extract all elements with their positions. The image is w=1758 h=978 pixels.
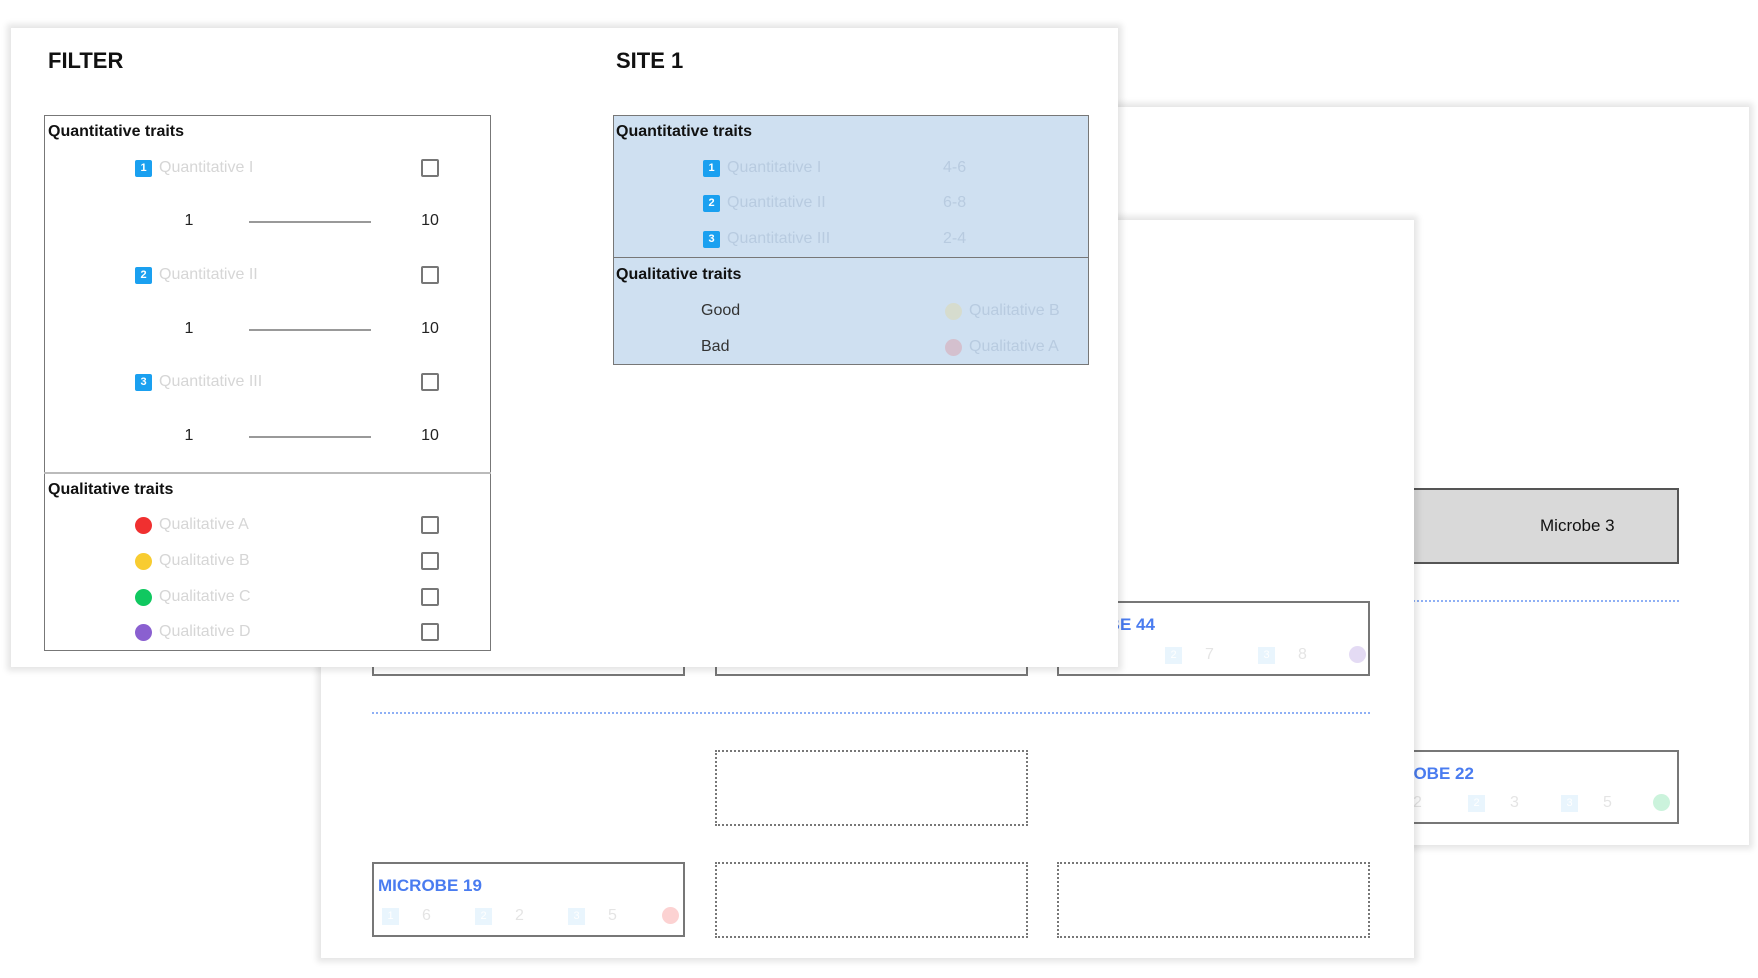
slider-min: 1 bbox=[184, 212, 194, 229]
divider bbox=[613, 257, 1089, 258]
trait-label: Qualitative B bbox=[969, 302, 1060, 319]
purple-dot-icon bbox=[135, 624, 152, 641]
trait-label: Qualitative C bbox=[159, 588, 251, 605]
site-box bbox=[613, 115, 1089, 365]
checkbox[interactable] bbox=[421, 552, 439, 570]
microbe-19-card[interactable]: MICROBE 19 1 6 2 2 3 5 bbox=[372, 862, 685, 937]
checkbox[interactable] bbox=[421, 159, 439, 177]
badge-3-icon: 3 bbox=[135, 374, 152, 391]
site-qual-header: Qualitative traits bbox=[616, 266, 742, 283]
yellow-dot-icon bbox=[135, 553, 152, 570]
trait-label: Qualitative B bbox=[159, 552, 250, 569]
checkbox[interactable] bbox=[421, 373, 439, 391]
slider-min: 1 bbox=[184, 320, 194, 337]
quant-header: Quantitative traits bbox=[48, 123, 185, 140]
slider-max: 10 bbox=[421, 427, 439, 444]
trait-label: Quantitative II bbox=[159, 266, 258, 283]
trait-badge: 3 bbox=[568, 908, 585, 925]
qualitative-dot-icon bbox=[662, 907, 679, 924]
slider-max: 10 bbox=[421, 212, 439, 229]
trait-label: Qualitative A bbox=[969, 338, 1059, 355]
trait-value: 7 bbox=[1205, 646, 1214, 663]
trait-badge: 1 bbox=[382, 908, 399, 925]
checkbox[interactable] bbox=[421, 516, 439, 534]
trait-label: Quantitative III bbox=[727, 230, 831, 247]
slider-min: 1 bbox=[184, 427, 194, 444]
badge-1-icon: 1 bbox=[135, 160, 152, 177]
range-slider[interactable] bbox=[249, 329, 371, 331]
trait-value: 8 bbox=[1298, 646, 1307, 663]
yellow-dot-icon bbox=[945, 303, 962, 320]
trait-value: 3 bbox=[1510, 794, 1519, 811]
trait-badge: 3 bbox=[1561, 795, 1578, 812]
site-quant-header: Quantitative traits bbox=[616, 123, 753, 140]
trait-value: 5 bbox=[608, 907, 617, 924]
microbe-traits: 1 6 2 2 3 5 bbox=[380, 907, 679, 927]
green-dot-icon bbox=[135, 589, 152, 606]
range-slider[interactable] bbox=[249, 221, 371, 223]
qual-header: Qualitative traits bbox=[48, 481, 174, 498]
badge-1-icon: 1 bbox=[703, 160, 720, 177]
trait-label: Quantitative I bbox=[727, 159, 822, 176]
microbe-title: MICROBE 19 bbox=[378, 876, 482, 895]
qual-label: Good bbox=[701, 302, 741, 319]
qualitative-dot-icon bbox=[1653, 794, 1670, 811]
trait-badge: 2 bbox=[475, 908, 492, 925]
checkbox[interactable] bbox=[421, 588, 439, 606]
range-slider[interactable] bbox=[249, 436, 371, 438]
trait-badge: 2 bbox=[1468, 795, 1485, 812]
microbe-3-label: Microbe 3 bbox=[1540, 516, 1615, 535]
site-title: SITE 1 bbox=[616, 48, 684, 73]
empty-slot[interactable] bbox=[715, 750, 1028, 826]
trait-value: 2 bbox=[515, 907, 524, 924]
empty-slot[interactable] bbox=[715, 862, 1028, 938]
badge-3-icon: 3 bbox=[703, 231, 720, 248]
badge-2-icon: 2 bbox=[703, 195, 720, 212]
trait-value: 5 bbox=[1603, 794, 1612, 811]
trait-range: 6-8 bbox=[943, 194, 967, 211]
red-dot-icon bbox=[135, 517, 152, 534]
trait-value: 6 bbox=[422, 907, 431, 924]
trait-range: 2-4 bbox=[943, 230, 967, 247]
empty-slot[interactable] bbox=[1057, 862, 1370, 938]
red-dot-icon bbox=[945, 339, 962, 356]
qual-label: Bad bbox=[701, 338, 730, 355]
badge-2-icon: 2 bbox=[135, 267, 152, 284]
trait-label: Qualitative A bbox=[159, 516, 249, 533]
divider bbox=[44, 472, 491, 474]
slider-max: 10 bbox=[421, 320, 439, 337]
trait-badge: 3 bbox=[1258, 647, 1275, 664]
checkbox[interactable] bbox=[421, 623, 439, 641]
qualitative-dot-icon bbox=[1349, 646, 1366, 663]
trait-value: 2 bbox=[1413, 794, 1422, 811]
divider bbox=[372, 712, 1370, 714]
trait-label: Quantitative II bbox=[727, 194, 826, 211]
trait-badge: 2 bbox=[1165, 647, 1182, 664]
trait-label: Quantitative III bbox=[159, 373, 263, 390]
filter-title: FILTER bbox=[48, 48, 124, 73]
checkbox[interactable] bbox=[421, 266, 439, 284]
trait-label: Quantitative I bbox=[159, 159, 254, 176]
trait-label: Qualitative D bbox=[159, 623, 251, 640]
trait-range: 4-6 bbox=[943, 159, 967, 176]
